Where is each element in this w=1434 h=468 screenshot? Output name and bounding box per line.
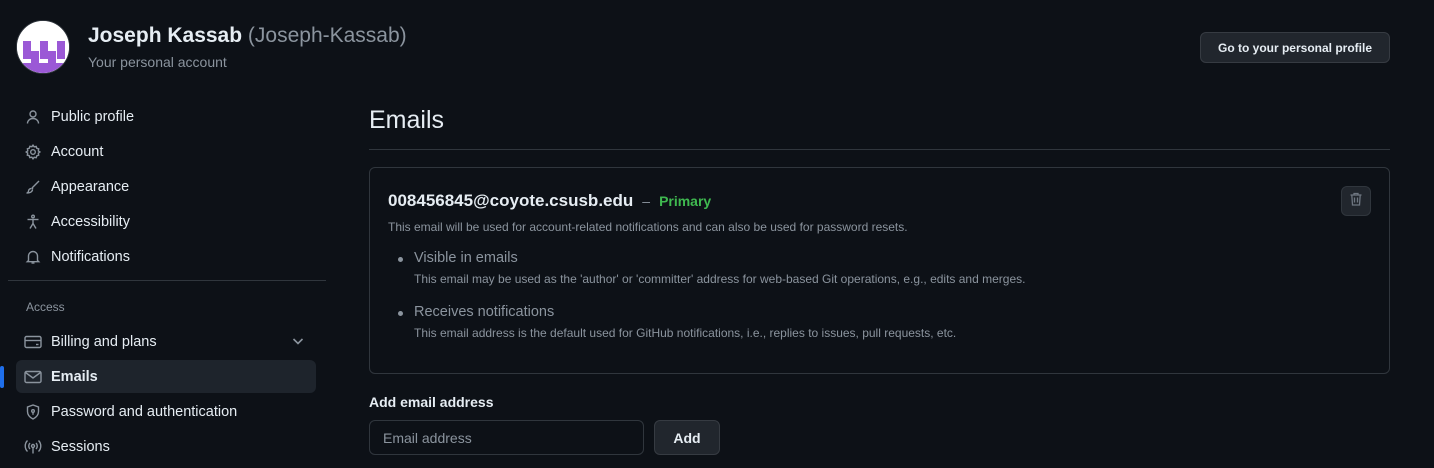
account-name: Joseph Kassab (Joseph-Kassab)	[88, 24, 407, 48]
sidebar-item-notifications[interactable]: Notifications	[16, 240, 316, 273]
title-divider	[369, 149, 1390, 150]
list-item-receives-notifications: Receives notifications This email addres…	[398, 304, 957, 340]
bullet-dot	[398, 257, 403, 262]
list-item-visible-in-emails: Visible in emails This email may be used…	[398, 250, 1026, 286]
shield-lock-icon	[24, 403, 42, 421]
trash-icon	[1348, 191, 1364, 212]
settings-sidebar: Public profile Account Appearance Access…	[0, 100, 326, 465]
primary-email-card: 008456845@coyote.csusb.edu – Primary Thi…	[369, 167, 1390, 374]
sidebar-item-appearance[interactable]: Appearance	[16, 170, 316, 203]
delete-email-button[interactable]	[1341, 186, 1371, 216]
sidebar-item-label: Account	[51, 143, 104, 160]
sidebar-section-access: Access	[26, 300, 65, 314]
bell-icon	[24, 248, 42, 266]
bullet-title: Visible in emails	[414, 250, 518, 266]
sidebar-item-account[interactable]: Account	[16, 135, 316, 168]
sidebar-item-label: Appearance	[51, 178, 130, 195]
bullet-title: Receives notifications	[414, 304, 555, 320]
sidebar-item-label: Notifications	[51, 248, 130, 265]
sidebar-item-label: Billing and plans	[51, 333, 157, 350]
sidebar-item-label: Sessions	[51, 438, 110, 455]
person-icon	[24, 108, 42, 126]
sidebar-item-public-profile[interactable]: Public profile	[16, 100, 316, 133]
sidebar-item-emails[interactable]: Emails	[0, 360, 316, 393]
broadcast-icon	[24, 438, 42, 456]
chevron-down-icon[interactable]	[290, 333, 306, 353]
sidebar-item-billing[interactable]: Billing and plans	[16, 325, 316, 358]
sidebar-item-password-authentication[interactable]: Password and authentication	[16, 395, 316, 428]
primary-label: Primary	[659, 193, 712, 209]
email-address-input[interactable]	[369, 420, 644, 455]
sidebar-item-label: Public profile	[51, 108, 135, 125]
sidebar-divider	[8, 280, 326, 281]
sidebar-item-label: Accessibility	[51, 213, 130, 230]
sidebar-item-label: Password and authentication	[51, 403, 238, 420]
gear-icon	[24, 143, 42, 161]
page-title: Emails	[369, 106, 445, 134]
account-handle: (Joseph-Kassab)	[247, 24, 407, 47]
active-indicator	[0, 366, 4, 388]
account-display-name: Joseph Kassab	[88, 24, 243, 47]
sidebar-item-label: Emails	[51, 368, 98, 385]
bullet-description: This email address is the default used f…	[414, 326, 957, 340]
bullet-description: This email may be used as the 'author' o…	[414, 272, 1026, 286]
avatar[interactable]	[16, 20, 70, 74]
bullet-dot	[398, 311, 403, 316]
account-header: Joseph Kassab (Joseph-Kassab) Your perso…	[0, 0, 1434, 96]
email-separator: –	[642, 193, 651, 209]
paintbrush-icon	[24, 178, 42, 196]
email-description: This email will be used for account-rela…	[388, 220, 908, 234]
sidebar-item-accessibility[interactable]: Accessibility	[16, 205, 316, 238]
credit-card-icon	[24, 333, 42, 351]
mail-icon	[24, 368, 42, 386]
accessibility-icon	[24, 213, 42, 231]
account-subtitle: Your personal account	[88, 54, 227, 70]
sidebar-item-sessions[interactable]: Sessions	[16, 430, 316, 463]
email-heading: 008456845@coyote.csusb.edu – Primary	[388, 191, 711, 211]
go-to-profile-button[interactable]: Go to your personal profile	[1200, 32, 1390, 63]
email-address: 008456845@coyote.csusb.edu	[388, 191, 634, 210]
add-email-button[interactable]: Add	[654, 420, 720, 455]
add-email-label: Add email address	[369, 394, 494, 410]
